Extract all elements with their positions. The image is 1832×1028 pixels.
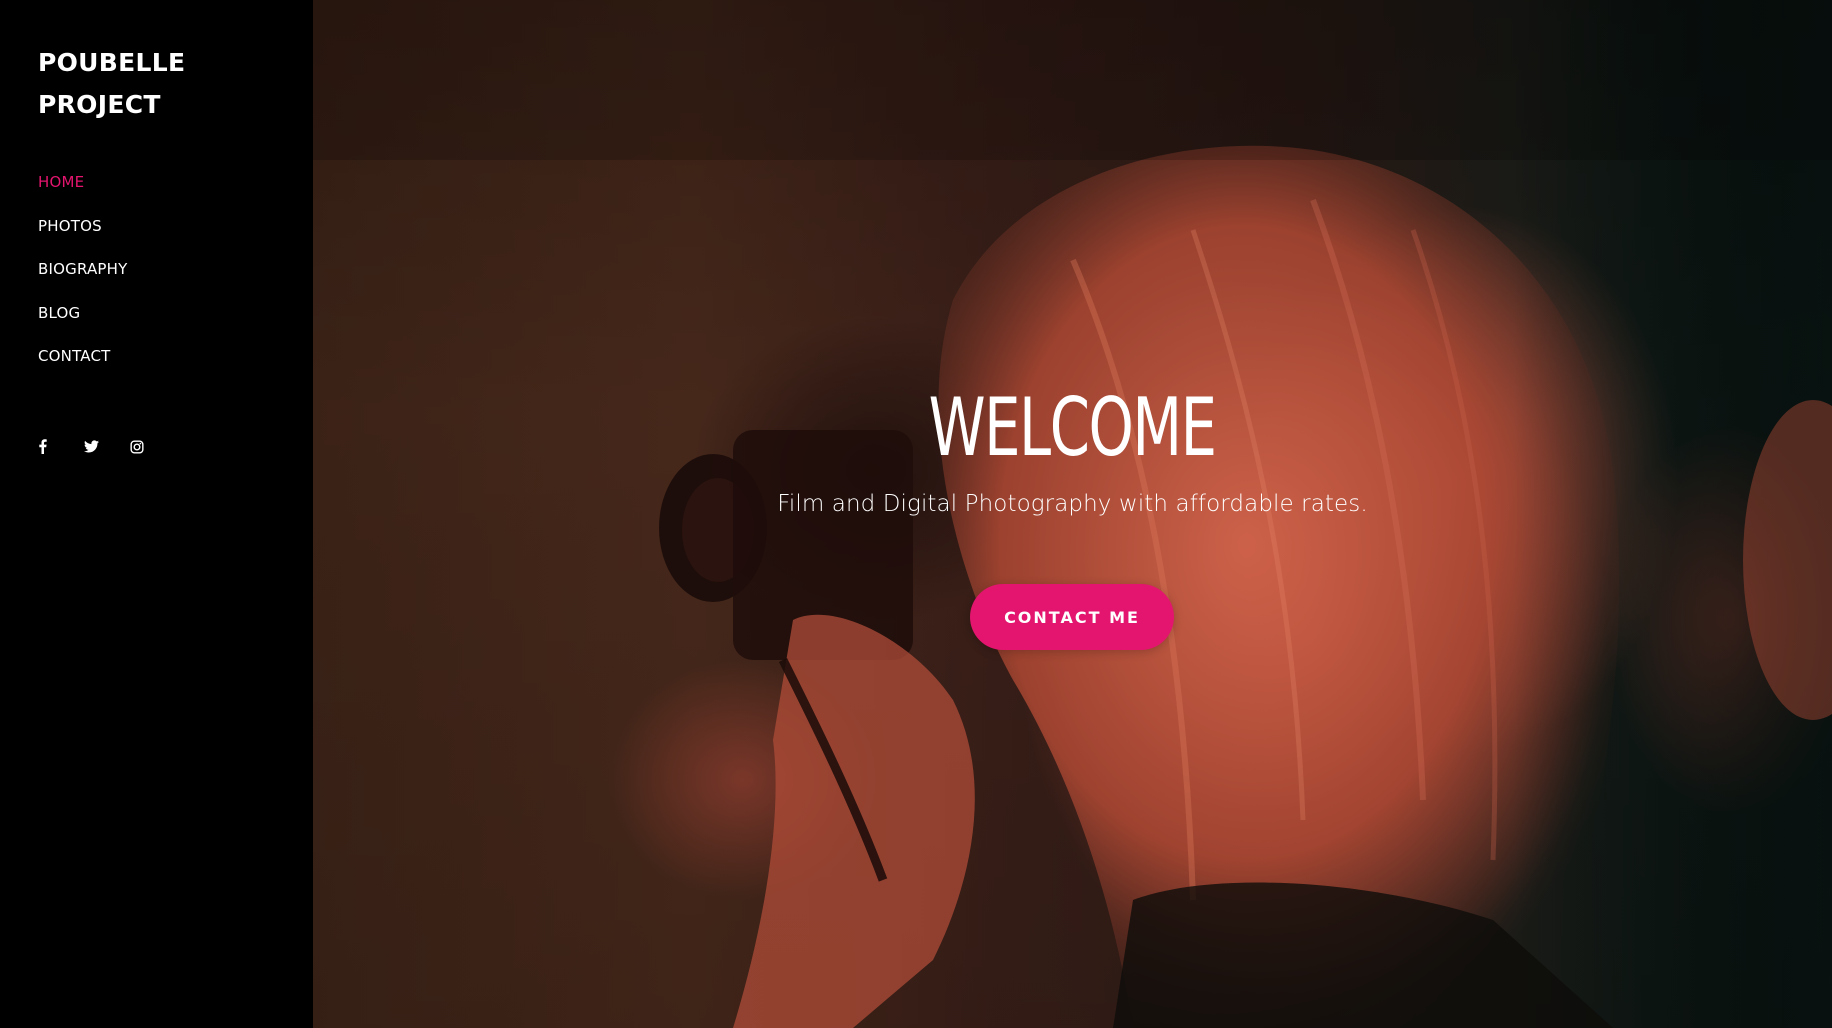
nav-item-home: HOME — [38, 172, 313, 216]
instagram-icon — [130, 439, 144, 454]
nav-link-home[interactable]: HOME — [38, 172, 84, 192]
sidebar: POUBELLE PROJECT HOME PHOTOS BIOGRAPHY B… — [0, 0, 313, 1028]
site-logo-link[interactable]: POUBELLE PROJECT — [38, 42, 258, 126]
facebook-icon — [38, 439, 47, 454]
twitter-link[interactable] — [82, 436, 128, 458]
nav-item-blog: BLOG — [38, 303, 313, 347]
hero-section: WELCOME Film and Digital Photography wit… — [313, 0, 1832, 1028]
nav-item-contact: CONTACT — [38, 346, 313, 390]
nav-link-contact[interactable]: CONTACT — [38, 346, 111, 366]
nav-item-photos: PHOTOS — [38, 216, 313, 260]
hero-content: WELCOME Film and Digital Photography wit… — [313, 0, 1832, 1028]
main-nav: HOME PHOTOS BIOGRAPHY BLOG CONTACT — [38, 172, 313, 390]
hero-subtitle: Film and Digital Photography with afford… — [777, 491, 1368, 517]
facebook-link[interactable] — [36, 436, 82, 458]
nav-link-blog[interactable]: BLOG — [38, 303, 80, 323]
page: POUBELLE PROJECT HOME PHOTOS BIOGRAPHY B… — [0, 0, 1832, 1028]
nav-link-photos[interactable]: PHOTOS — [38, 216, 102, 236]
nav-item-biography: BIOGRAPHY — [38, 259, 313, 303]
nav-link-biography[interactable]: BIOGRAPHY — [38, 259, 128, 279]
instagram-link[interactable] — [128, 436, 174, 458]
twitter-icon — [84, 440, 99, 453]
hero-title: WELCOME — [928, 381, 1217, 474]
social-links — [36, 436, 313, 458]
contact-me-button[interactable]: CONTACT ME — [970, 584, 1174, 650]
